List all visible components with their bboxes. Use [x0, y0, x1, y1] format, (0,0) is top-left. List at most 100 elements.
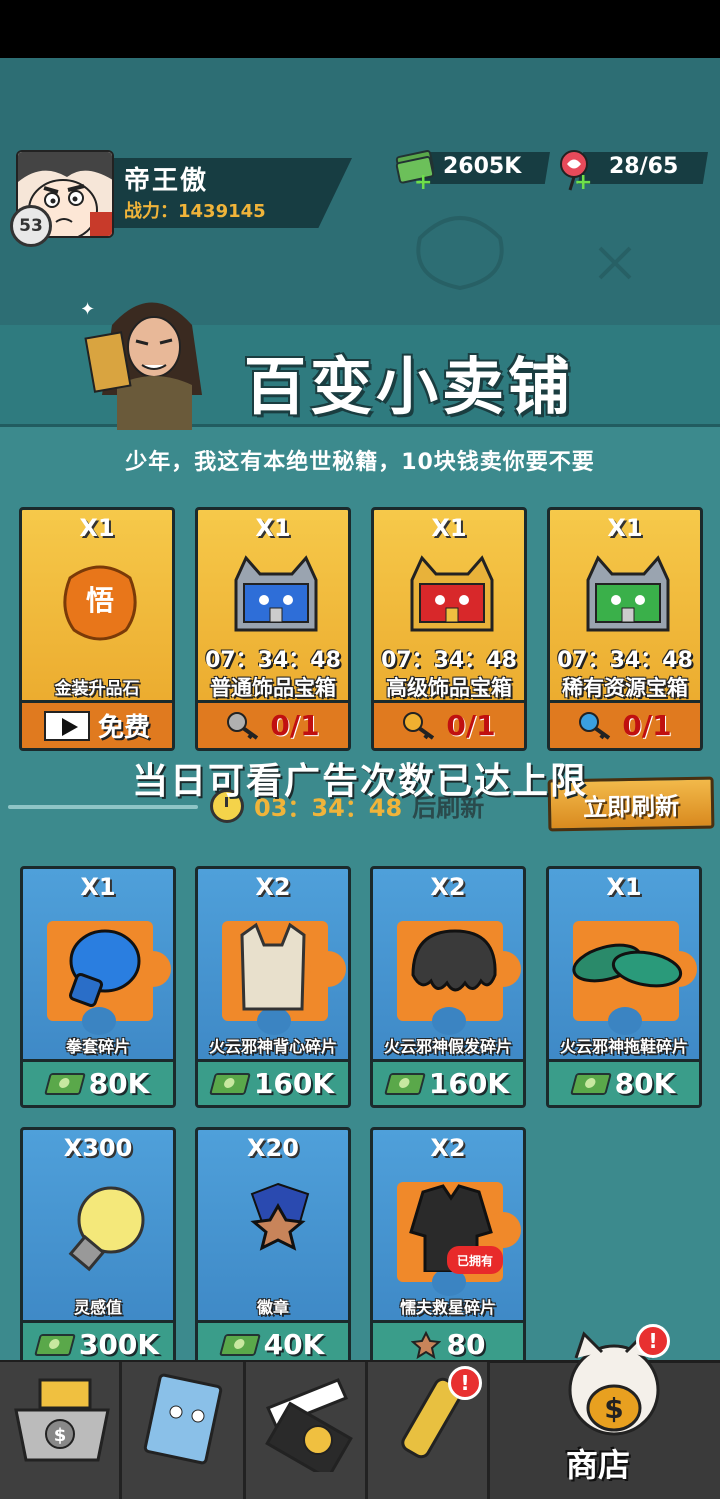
section-divider	[8, 805, 198, 809]
shop-item-card[interactable]: X2 火云邪神假发碎片 160K	[370, 866, 526, 1108]
buy-button[interactable]: 80K	[549, 1059, 699, 1105]
shop-item-card[interactable]: X1 火云邪神拖鞋碎片 80K	[546, 866, 702, 1108]
cash-icon	[43, 1072, 86, 1095]
item-timer: 07：34：48	[381, 648, 517, 673]
add-cash-icon[interactable]: +	[414, 170, 432, 195]
item-price: 80K	[88, 1067, 150, 1100]
cash-amount: 2605K	[443, 154, 522, 179]
cash-icon	[569, 1072, 612, 1095]
light-bulb-icon	[68, 1186, 145, 1272]
item-timer: 07：34：48	[205, 648, 341, 673]
key-cost[interactable]: 0/1	[374, 700, 524, 748]
gold-key-icon	[403, 711, 435, 740]
cash-icon	[383, 1072, 426, 1095]
item-quantity: X20	[247, 1134, 299, 1162]
owned-badge: 已拥有	[447, 1246, 503, 1274]
item-name: 高级饰品宝箱	[386, 676, 512, 700]
boxing-glove-icon	[68, 929, 141, 1008]
item-quantity: X1	[80, 873, 116, 901]
player-power: 战力：1439145	[124, 197, 266, 223]
red-chest-icon	[410, 555, 494, 632]
item-price: 160K	[428, 1067, 510, 1100]
power-label: 战力：	[124, 201, 178, 222]
clapperboard-icon	[265, 1378, 353, 1472]
item-price: 300K	[78, 1328, 160, 1361]
item-price: 160K	[253, 1067, 335, 1100]
gold-cart-icon: $	[14, 1378, 110, 1462]
cash-icon	[33, 1333, 76, 1356]
item-name: 火云邪神拖鞋碎片	[559, 1037, 688, 1056]
item-name: 灵感值	[73, 1298, 122, 1317]
key-count: 0/1	[622, 709, 672, 742]
special-item-card[interactable]: X1 悟 金装升品石 免费	[19, 507, 175, 751]
nav-tab-book[interactable]	[122, 1362, 246, 1499]
item-price: 80	[446, 1328, 486, 1361]
wig-icon	[411, 929, 497, 992]
item-quantity: X2	[255, 873, 291, 901]
vest-icon	[240, 922, 306, 1011]
item-quantity: X300	[63, 1134, 133, 1162]
special-item-card[interactable]: X1 07：34：48 稀有资源宝箱 0/1	[547, 507, 703, 751]
shop-alert-badge: !	[636, 1324, 670, 1358]
shop-subtitle: 少年，我这有本绝世秘籍，10块钱卖你要不要	[125, 450, 595, 475]
svg-text:$: $	[54, 1425, 67, 1446]
cash-icon	[208, 1072, 251, 1095]
shop-item-card[interactable]: X300 灵感值 300K	[20, 1127, 176, 1369]
power-value: 1439145	[178, 201, 266, 222]
item-name: 火云邪神背心碎片	[208, 1037, 337, 1056]
nav-tab-cart[interactable]: $	[0, 1362, 122, 1499]
badge-medal-icon	[250, 1182, 310, 1251]
key-cost[interactable]: 0/1	[198, 700, 348, 748]
blue-key-icon	[579, 711, 611, 740]
add-lollipop-icon[interactable]: +	[574, 170, 592, 195]
item-quantity: X1	[606, 873, 642, 901]
player-level-badge: 53	[10, 205, 52, 247]
item-timer: 07：34：48	[557, 648, 693, 673]
telescope-alert-badge: !	[448, 1366, 482, 1400]
key-count: 0/1	[446, 709, 496, 742]
item-quantity: X2	[430, 1134, 466, 1162]
key-cost[interactable]: 0/1	[550, 700, 700, 748]
item-quantity: X2	[430, 873, 466, 901]
status-bar	[0, 0, 720, 58]
svg-text:$: $	[604, 1392, 623, 1425]
silver-key-icon	[227, 711, 259, 740]
cash-icon	[218, 1333, 261, 1356]
special-item-card[interactable]: X1 07：34：48 普通饰品宝箱 0/1	[195, 507, 351, 751]
shop-item-card[interactable]: X2 火云邪神背心碎片 160K	[195, 866, 351, 1108]
lollipop-amount: 28/65	[609, 154, 679, 179]
item-name: 普通饰品宝箱	[210, 676, 336, 700]
medal-currency-icon	[410, 1330, 441, 1359]
book-character-icon	[143, 1373, 223, 1465]
blue-chest-icon	[234, 555, 318, 632]
green-chest-icon	[586, 555, 670, 632]
nav-tab-video[interactable]	[246, 1362, 368, 1499]
slipper-icon	[572, 943, 683, 988]
free-label: 免费	[97, 713, 150, 743]
item-price: 40K	[263, 1328, 325, 1361]
video-play-icon	[43, 710, 90, 741]
shop-item-card[interactable]: X2 已拥有 懦夫救星碎片 80	[370, 1127, 526, 1369]
free-ad-button[interactable]: 免费	[22, 700, 172, 748]
item-name: 徽章	[256, 1298, 289, 1317]
item-name: 稀有资源宝箱	[562, 676, 688, 700]
item-name: 懦夫救星碎片	[399, 1298, 496, 1317]
item-name: 拳套碎片	[65, 1037, 130, 1056]
svg-text:悟: 悟	[86, 584, 114, 617]
item-quantity: X1	[607, 514, 643, 542]
item-quantity: X1	[79, 514, 115, 542]
item-quantity: X1	[431, 514, 467, 542]
shop-item-card[interactable]: X20 徽章 40K	[195, 1127, 351, 1369]
buy-button[interactable]: 160K	[198, 1059, 348, 1105]
shop-title: 百变小卖铺	[244, 350, 575, 423]
merchant-character-icon: ✦	[82, 299, 202, 430]
key-count: 0/1	[270, 709, 320, 742]
buy-button[interactable]: 160K	[373, 1059, 523, 1105]
item-price: 80K	[614, 1067, 676, 1100]
item-name: 火云邪神假发碎片	[383, 1037, 512, 1056]
shop-item-card[interactable]: X1 拳套碎片 80K	[20, 866, 176, 1108]
buy-button[interactable]: 80K	[23, 1059, 173, 1105]
shop-tab-label[interactable]: 商店	[566, 1440, 630, 1486]
special-item-card[interactable]: X1 07：34：48 高级饰品宝箱 0/1	[371, 507, 527, 751]
player-name: 帝王傲	[124, 166, 209, 196]
